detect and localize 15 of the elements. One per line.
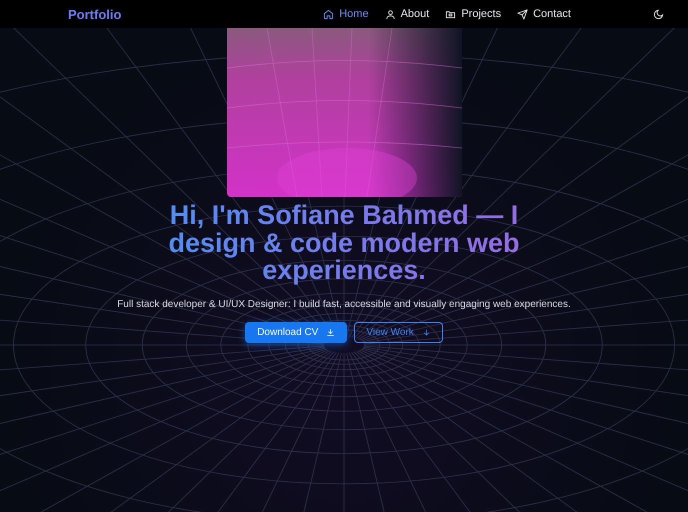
user-icon — [384, 8, 396, 20]
view-work-button[interactable]: View Work — [354, 322, 443, 342]
download-icon — [326, 328, 336, 336]
logo[interactable]: Portfolio — [68, 6, 122, 22]
nav-link[interactable]: About — [378, 5, 436, 23]
moon-icon[interactable] — [653, 8, 664, 20]
nav-link[interactable]: Home — [317, 5, 375, 23]
download-cv-button[interactable]: Download CV — [245, 322, 348, 342]
arrow-down-icon — [422, 328, 431, 336]
hero-subtitle: Full stack developer & UI/UX Designer: I build fast, accessible and visually engaging web experiences. — [117, 298, 571, 310]
nav-link[interactable]: Projects — [439, 5, 508, 23]
nav-link[interactable]: Contact — [511, 5, 577, 23]
folder-icon — [445, 8, 456, 20]
paper-plane-icon — [517, 8, 528, 20]
home-icon — [323, 8, 334, 20]
